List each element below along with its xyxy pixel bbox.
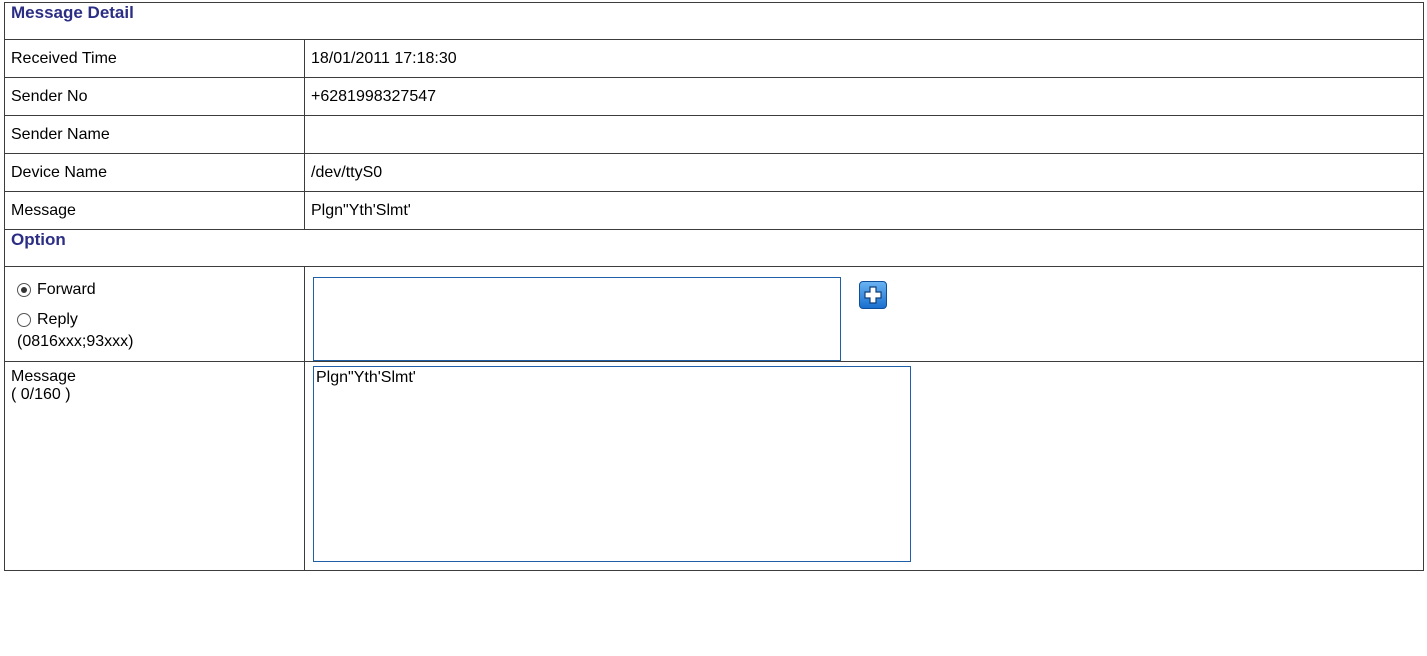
message-detail-title: Message Detail	[11, 3, 134, 22]
message-label: Message	[4, 191, 305, 230]
sender-name-label: Sender Name	[4, 115, 305, 154]
reply-radio[interactable]	[17, 313, 31, 327]
message-input-label-cell: Message ( 0/160 )	[4, 361, 305, 571]
detail-row-message: Message Plgn"Yth'Slmt'	[4, 191, 1424, 230]
sender-no-value: +6281998327547	[304, 77, 1424, 116]
device-name-label: Device Name	[4, 153, 305, 192]
detail-row-sender-no: Sender No +6281998327547	[4, 77, 1424, 116]
option-mode-cell: Forward Reply (0816xxx;93xxx)	[4, 266, 305, 362]
recipient-hint: (0816xxx;93xxx)	[17, 333, 134, 350]
received-time-label: Received Time	[4, 39, 305, 78]
detail-row-device-name: Device Name /dev/ttyS0	[4, 153, 1424, 192]
sender-no-label: Sender No	[4, 77, 305, 116]
sender-name-value	[304, 115, 1424, 154]
message-textarea[interactable]: Plgn"Yth'Slmt'	[313, 366, 911, 562]
option-recipient-row: Forward Reply (0816xxx;93xxx)	[4, 266, 1424, 362]
recipient-cell	[304, 266, 1424, 362]
message-value: Plgn"Yth'Slmt'	[304, 191, 1424, 230]
message-input-label: Message	[11, 368, 76, 385]
forward-radio[interactable]	[17, 283, 31, 297]
recipient-input[interactable]	[313, 277, 841, 361]
received-time-value: 18/01/2011 17:18:30	[304, 39, 1424, 78]
option-header: Option	[4, 229, 1424, 267]
message-char-count: ( 0/160 )	[11, 386, 71, 403]
option-title: Option	[11, 230, 66, 249]
option-message-row: Message ( 0/160 ) Plgn"Yth'Slmt'	[4, 361, 1424, 571]
add-recipient-button[interactable]	[859, 281, 887, 309]
forward-label: Forward	[37, 281, 96, 298]
message-input-cell: Plgn"Yth'Slmt'	[304, 361, 1424, 571]
device-name-value: /dev/ttyS0	[304, 153, 1424, 192]
detail-row-received-time: Received Time 18/01/2011 17:18:30	[4, 39, 1424, 78]
forward-option[interactable]: Forward	[17, 281, 304, 299]
reply-option[interactable]: Reply	[17, 311, 304, 329]
reply-label: Reply	[37, 311, 78, 328]
detail-row-sender-name: Sender Name	[4, 115, 1424, 154]
message-detail-header: Message Detail	[4, 2, 1424, 40]
plus-icon	[864, 286, 882, 304]
message-detail-table: Message Detail Received Time 18/01/2011 …	[4, 2, 1424, 571]
